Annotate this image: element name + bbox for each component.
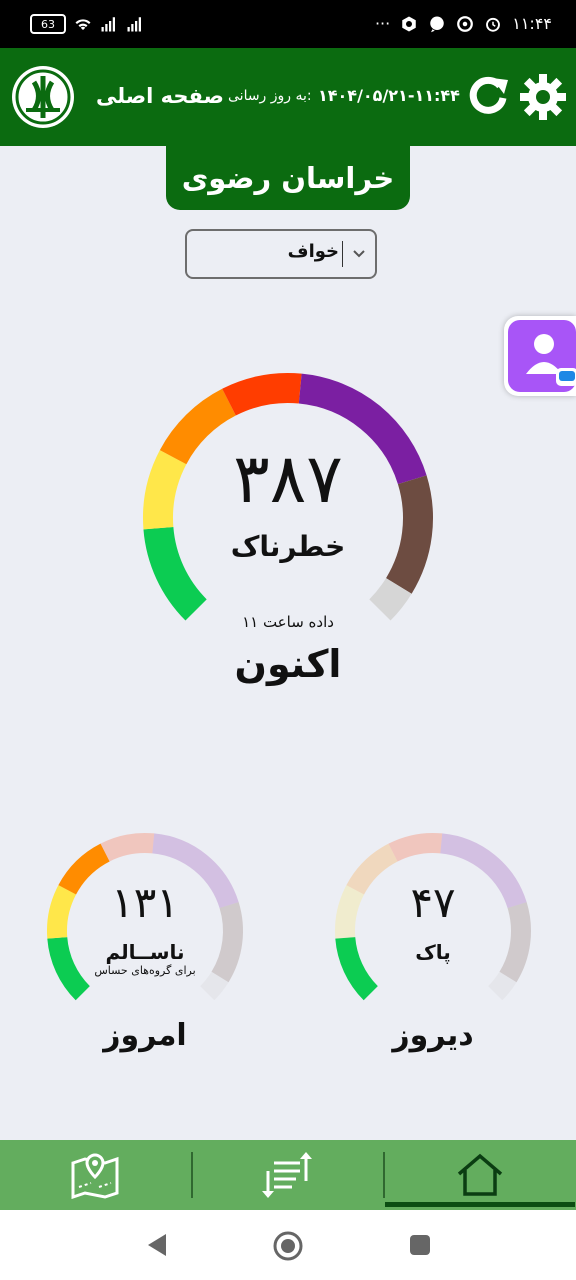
app-header: صفحه اصلی به روز رسانی: ۱۴۰۴/۰۵/۲۱-۱۱:۴۴ <box>0 48 576 146</box>
nav-item-ranking[interactable] <box>193 1140 383 1210</box>
status-left: 63 <box>30 14 144 34</box>
chevron-down-icon <box>353 250 365 258</box>
select-divider <box>342 241 343 267</box>
gauge-segment <box>487 971 517 1001</box>
city-select[interactable]: خواف <box>185 229 377 279</box>
status-bar: 63 ··· ۱۱:۴۴ <box>0 0 576 48</box>
clock: ۱۱:۴۴ <box>512 14 552 33</box>
recents-icon[interactable] <box>408 1233 432 1257</box>
update-label: به روز رسانی: <box>228 88 312 104</box>
gauge-segment <box>388 833 443 862</box>
nav-item-home[interactable] <box>385 1140 575 1210</box>
province-title[interactable]: خراسان رضوی <box>166 146 410 210</box>
gear-icon[interactable] <box>518 72 568 122</box>
current-aqi-value: ۳۸۷ <box>233 440 343 519</box>
battery-icon: 63 <box>30 14 66 34</box>
refresh-icon[interactable] <box>466 74 510 118</box>
yesterday-aqi-value: ۴۷ <box>410 878 456 927</box>
gauge-segment <box>199 971 229 1001</box>
today-aqi-status: ناســالم <box>105 940 185 964</box>
update-time: ۱۴۰۴/۰۵/۲۱-۱۱:۴۴ <box>318 86 460 105</box>
home-circle-icon[interactable] <box>272 1230 304 1262</box>
now-label: اکنون <box>234 642 342 686</box>
yesterday-label: دیروز <box>392 1018 474 1053</box>
gauge-segment <box>369 577 412 621</box>
yesterday-aqi-status: پاک <box>415 940 451 964</box>
city-select-value: خواف <box>287 241 339 262</box>
map-icon <box>71 1153 119 1199</box>
signal-icon-2 <box>127 17 141 32</box>
contact-bubble-icon <box>508 320 576 392</box>
more-dots: ··· <box>374 14 391 33</box>
sort-list-icon <box>262 1152 312 1198</box>
wifi-icon <box>75 19 91 30</box>
gauge-segment <box>222 373 302 416</box>
status-right: ··· ۱۱:۴۴ <box>375 14 552 33</box>
app-icon <box>402 16 416 31</box>
home-icon <box>457 1153 503 1196</box>
current-aqi-status: خطرناک <box>230 530 346 563</box>
alarm-icon <box>486 17 501 32</box>
system-navigation-bar <box>0 1210 576 1280</box>
today-aqi-value: ۱۳۱ <box>111 878 179 927</box>
chat-icon <box>430 16 444 32</box>
back-icon[interactable] <box>144 1232 170 1258</box>
signal-icon <box>101 17 115 32</box>
today-label: امروز <box>103 1018 187 1053</box>
today-gauge-card[interactable]: ۱۳۱ ناســالم برای گروه‌های حساس <box>40 826 250 1006</box>
floating-contact-button[interactable] <box>504 316 576 396</box>
today-aqi-substatus: برای گروه‌های حساس <box>94 964 196 977</box>
gauge-segment <box>100 833 155 862</box>
data-hour-label: داده ساعت ۱۱ <box>242 613 334 631</box>
logo-icon <box>12 66 74 128</box>
page-title: صفحه اصلی <box>96 84 224 108</box>
nav-active-indicator <box>385 1202 575 1207</box>
bottom-nav <box>0 1140 576 1210</box>
nav-item-map[interactable] <box>0 1140 190 1210</box>
yesterday-gauge-card[interactable]: ۴۷ پاک <box>328 826 538 1006</box>
sync-icon <box>457 15 474 32</box>
